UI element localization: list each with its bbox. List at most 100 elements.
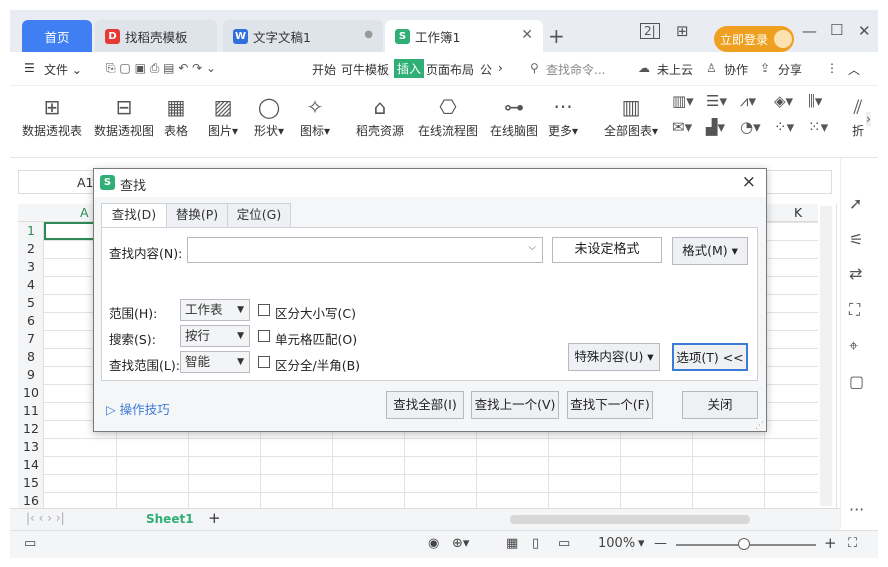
table-button[interactable]: ▦ 表格: [164, 92, 188, 139]
shape-button[interactable]: ◯ 形状▾: [254, 92, 284, 139]
row-number[interactable]: 14: [18, 457, 44, 472]
stock-chart-icon[interactable]: ▟▾: [706, 118, 725, 136]
scope-select[interactable]: 工作表 ▼: [180, 299, 250, 321]
online-mindmap-button[interactable]: ⊶ 在线脑图: [490, 92, 538, 139]
collab-button[interactable]: 协作: [724, 61, 748, 78]
column-k-header[interactable]: K: [794, 205, 802, 220]
format-button[interactable]: 格式(M) ▾: [672, 237, 748, 265]
normal-view-icon[interactable]: ▦: [506, 536, 518, 551]
login-button[interactable]: 立即登录: [714, 26, 794, 52]
fold-button[interactable]: ⫽ 折: [852, 92, 864, 139]
options-button[interactable]: 选项(T) <<: [672, 343, 748, 371]
menu-page-layout[interactable]: 页面布局: [426, 61, 474, 78]
tab-find[interactable]: 查找(D): [101, 203, 167, 229]
eye-protect-icon[interactable]: ◉: [428, 536, 439, 551]
share-button[interactable]: 分享: [778, 61, 802, 78]
pie-chart-icon[interactable]: ◔▾: [740, 118, 761, 136]
zoom-in-icon[interactable]: +: [824, 534, 837, 552]
search-order-select[interactable]: 按行 ▼: [180, 325, 250, 347]
row-number[interactable]: 11: [18, 403, 44, 418]
sparkline-icon[interactable]: ⫼▾: [808, 92, 822, 110]
icon-button[interactable]: ✧ 图标▾: [300, 92, 330, 139]
maximize-icon[interactable]: ☐: [830, 21, 843, 39]
close-button[interactable]: 关闭: [682, 391, 758, 419]
match-case-checkbox[interactable]: [258, 304, 270, 316]
tab-workbook[interactable]: S 工作簿1 ✕: [385, 20, 543, 52]
image-tool-icon[interactable]: ⛶: [849, 300, 860, 320]
tab-document[interactable]: W 文字文稿1 ●: [223, 20, 383, 52]
tab-home[interactable]: 首页: [22, 20, 92, 52]
new-tab-icon[interactable]: +: [548, 24, 565, 48]
page-view-icon[interactable]: ▯: [532, 536, 539, 551]
row-number[interactable]: 15: [18, 475, 44, 490]
dialog-close-icon[interactable]: ×: [742, 172, 756, 192]
row-number[interactable]: 10: [18, 385, 44, 400]
ribbon-scroll-right-icon[interactable]: ›: [866, 112, 871, 126]
cell-reference[interactable]: A1: [77, 175, 94, 190]
chevron-right-icon[interactable]: ›: [498, 61, 503, 75]
chevron-down-icon[interactable]: ⌵: [528, 242, 536, 253]
menu-insert[interactable]: 插入: [394, 59, 425, 78]
scatter-chart-icon[interactable]: ⁘▾: [774, 118, 794, 136]
online-flowchart-button[interactable]: ⎔ 在线流程图: [418, 92, 478, 139]
row-number[interactable]: 13: [18, 439, 44, 454]
row-number[interactable]: 1: [18, 223, 44, 238]
line-chart-icon[interactable]: ⩘▾: [740, 92, 756, 110]
collapse-ribbon-icon[interactable]: ︿: [848, 61, 860, 78]
hamburger-icon[interactable]: ☰: [24, 61, 35, 75]
look-in-select[interactable]: 智能 ▼: [180, 351, 250, 373]
row-number[interactable]: 3: [18, 259, 44, 274]
row-number[interactable]: 2: [18, 241, 44, 256]
apps-grid-icon[interactable]: ⊞: [676, 22, 689, 40]
tips-link[interactable]: ▷ 操作技巧: [106, 399, 170, 418]
transfer-icon[interactable]: ⇄: [849, 264, 862, 283]
match-width-checkbox[interactable]: [258, 356, 270, 368]
page-break-icon[interactable]: ▭: [558, 536, 570, 551]
window-layout-icon[interactable]: 2|: [640, 23, 660, 39]
find-previous-button[interactable]: 查找上一个(V): [471, 391, 559, 419]
bar-chart-h-icon[interactable]: ☰▾: [706, 92, 727, 110]
resize-grip-icon[interactable]: ⋰: [755, 421, 764, 431]
pivot-chart-button[interactable]: ⊟ 数据透视图: [94, 92, 154, 139]
sliders-icon[interactable]: ⚟: [849, 230, 863, 249]
menu-start[interactable]: 开始: [312, 61, 336, 78]
pivot-table-button[interactable]: ⊞ 数据透视表: [22, 92, 82, 139]
zoom-level[interactable]: 100%: [598, 536, 635, 551]
radar-chart-icon[interactable]: ◈▾: [774, 92, 793, 110]
tab-docer-templates[interactable]: D 找稻壳模板: [95, 20, 217, 52]
dot-icon[interactable]: ●: [364, 29, 373, 40]
docer-resource-button[interactable]: ⌂ 稻壳资源: [356, 92, 404, 139]
tab-goto[interactable]: 定位(G): [227, 203, 291, 227]
row-number[interactable]: 4: [18, 277, 44, 292]
crosshair-icon[interactable]: ⊕▾: [452, 536, 469, 551]
row-number[interactable]: 6: [18, 313, 44, 328]
zoom-out-icon[interactable]: —: [654, 536, 667, 551]
tab-replace[interactable]: 替换(P): [166, 203, 228, 227]
menu-kaniu-template[interactable]: 可牛模板: [341, 61, 389, 78]
horizontal-scrollbar[interactable]: [510, 515, 750, 524]
envelope-icon[interactable]: ✉▾: [672, 118, 692, 136]
match-cell-checkbox[interactable]: [258, 330, 270, 342]
more-vertical-icon[interactable]: ⋮: [826, 61, 838, 75]
window-close-icon[interactable]: ✕: [858, 22, 871, 40]
location-icon[interactable]: ⌖: [849, 336, 858, 356]
more-horizontal-icon[interactable]: ···: [849, 500, 864, 519]
special-content-button[interactable]: 特殊内容(U) ▾: [568, 343, 660, 371]
macro-icon[interactable]: ▭: [24, 536, 36, 551]
cloud-status[interactable]: 未上云: [657, 61, 693, 78]
more-button[interactable]: ··· 更多▾: [548, 92, 578, 139]
quick-access-icons[interactable]: ⎘ ▢ ▣ ⎙ ▤ ↶ ↷ ⌄: [106, 61, 216, 76]
column-a-header[interactable]: A: [80, 205, 89, 220]
row-number[interactable]: 16: [18, 493, 44, 508]
minimize-icon[interactable]: —: [802, 22, 817, 40]
sheet-tab[interactable]: Sheet1: [146, 512, 194, 526]
menu-formula[interactable]: 公: [480, 61, 492, 78]
close-tab-icon[interactable]: ✕: [521, 27, 533, 43]
pointer-icon[interactable]: ➚: [849, 194, 862, 213]
all-charts-button[interactable]: ▥ 全部图表▾: [604, 92, 658, 139]
row-number[interactable]: 8: [18, 349, 44, 364]
find-content-input[interactable]: ⌵: [187, 237, 543, 263]
column-chart-icon[interactable]: ▥▾: [672, 92, 694, 110]
reader-icon[interactable]: ▢: [849, 372, 864, 391]
sheet-nav-icons[interactable]: |‹ ‹ › ›|: [26, 511, 65, 525]
